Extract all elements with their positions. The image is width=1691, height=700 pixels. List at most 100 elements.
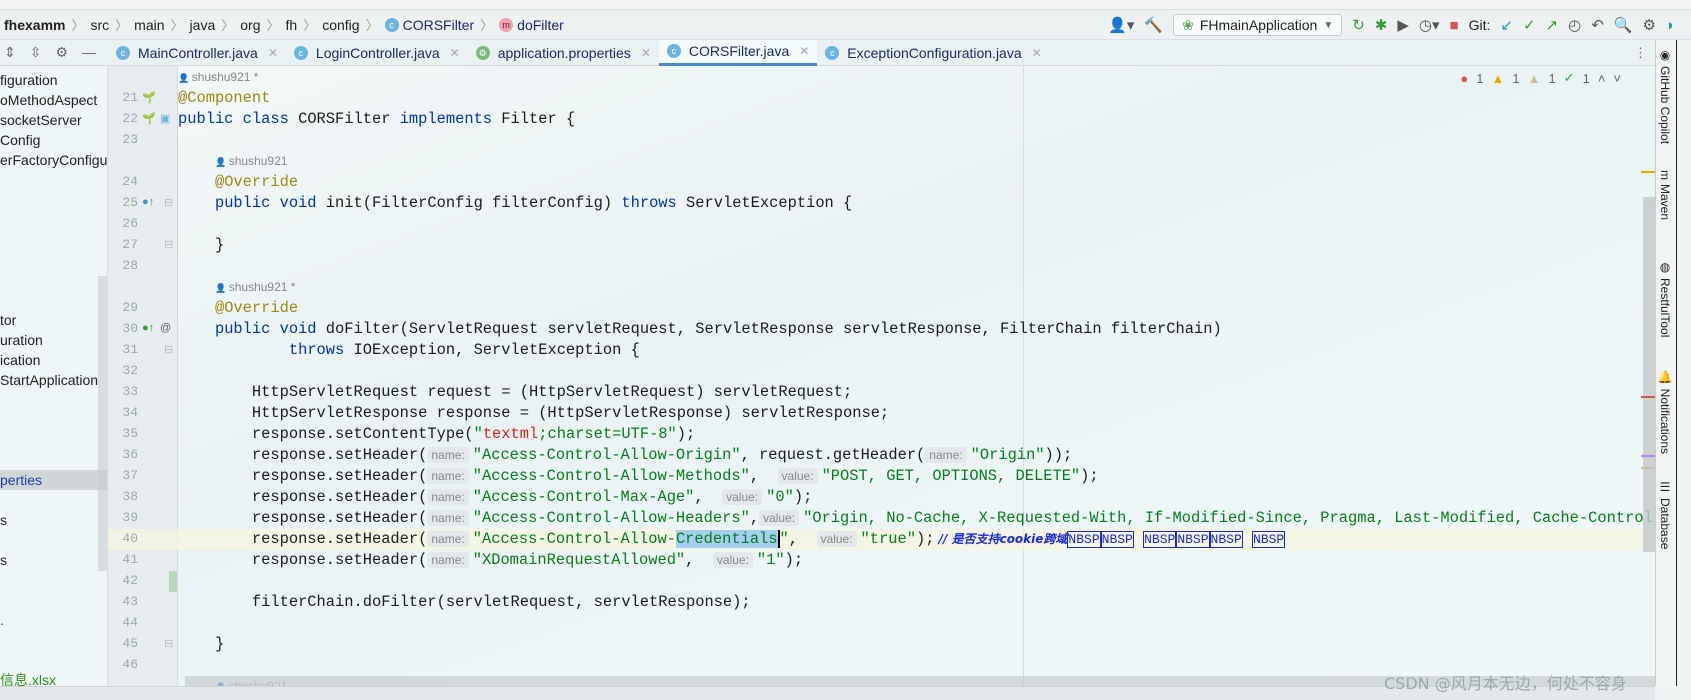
code-line[interactable]: } — [178, 235, 1655, 256]
breadcrumb-item[interactable]: main — [132, 17, 166, 33]
line-number[interactable]: 41 — [114, 552, 138, 567]
line-number[interactable]: 21 — [114, 90, 138, 105]
bean-icon[interactable]: 🌱 — [142, 91, 156, 104]
gear-icon[interactable]: ⚙ — [55, 44, 68, 61]
line-number[interactable]: 32 — [114, 363, 138, 378]
code-line[interactable] — [178, 361, 1655, 382]
at-icon[interactable]: @ — [160, 322, 171, 334]
code-line[interactable]: @Component — [178, 88, 1655, 109]
code-line[interactable]: throws IOException, ServletException { — [178, 340, 1655, 361]
code-line[interactable] — [178, 256, 1655, 277]
line-number[interactable]: 46 — [114, 657, 138, 672]
code-line[interactable]: response.setHeader(name: "Access-Control-… — [178, 529, 1655, 550]
line-number[interactable]: 33 — [114, 384, 138, 399]
code-with-me-icon[interactable]: ◗ — [1666, 17, 1675, 34]
line-number[interactable]: 29 — [114, 300, 138, 315]
breadcrumb-item[interactable]: src — [88, 17, 111, 33]
project-tree-item[interactable]: s — [0, 510, 7, 530]
run-configuration-select[interactable]: ❀ FHmainApplication ▼ — [1173, 14, 1343, 36]
line-number[interactable]: 36 — [114, 447, 138, 462]
line-number[interactable]: 45 — [114, 636, 138, 651]
breadcrumb-item[interactable]: m doFilter — [497, 17, 566, 33]
error-marker[interactable] — [1641, 396, 1655, 398]
line-number[interactable]: 40 — [114, 531, 138, 546]
project-tree-item[interactable]: erFactoryConfigura — [0, 150, 107, 170]
rerun-icon[interactable]: ↻ — [1352, 16, 1365, 34]
tool-window-github-copilot[interactable]: ◉ GitHub Copilot — [1658, 48, 1672, 144]
breadcrumb-item[interactable]: java — [188, 17, 218, 33]
tool-window-database[interactable]: ☰ Database — [1658, 480, 1672, 549]
code-line[interactable] — [178, 571, 1655, 592]
code-line[interactable]: @Override — [178, 172, 1655, 193]
line-number[interactable]: 39 — [114, 510, 138, 525]
tool-window-restfultool[interactable]: ◍ RestfulTool — [1658, 260, 1672, 337]
code-line[interactable]: response.setHeader(name: "Access-Control-… — [178, 445, 1655, 466]
code-line[interactable] — [178, 214, 1655, 235]
git-push-icon[interactable]: ↗ — [1546, 16, 1559, 34]
line-number[interactable]: 30 — [114, 321, 138, 336]
line-number[interactable]: 34 — [114, 405, 138, 420]
tab-maincontroller-java[interactable]: c MainController.java ✕ — [108, 40, 286, 66]
selection-marker[interactable] — [1641, 455, 1655, 457]
project-tree-item[interactable]: uration — [0, 330, 43, 350]
breadcrumb-item[interactable]: c CORSFilter — [383, 17, 477, 33]
code-line[interactable]: HttpServletResponse response = (HttpServ… — [178, 403, 1655, 424]
project-tree-item[interactable]: Config — [0, 130, 40, 150]
breadcrumb-item[interactable]: fhexamm — [2, 17, 67, 33]
fold-icon[interactable]: ⊟ — [164, 238, 173, 251]
hide-icon[interactable]: — — [82, 44, 96, 61]
project-tree-item[interactable]: tor — [0, 310, 16, 330]
rollback-icon[interactable]: ↶ — [1591, 16, 1604, 34]
git-update-icon[interactable]: ↙ — [1500, 16, 1513, 34]
project-tree-item[interactable]: figuration — [0, 70, 58, 90]
coverage-icon[interactable]: ▶ — [1397, 16, 1409, 34]
code-line[interactable]: @Override — [178, 298, 1655, 319]
line-number[interactable]: 27 — [114, 237, 138, 252]
bean-icon[interactable]: 🌱 — [142, 112, 156, 125]
line-number[interactable]: 22 — [114, 111, 138, 126]
author-hint[interactable]: 👤 shushu921 * — [178, 70, 258, 84]
implementations-icon[interactable]: ▣ — [160, 112, 170, 125]
code-line[interactable] — [178, 130, 1655, 151]
line-number[interactable]: 23 — [114, 132, 138, 147]
code-line[interactable]: public void doFilter(ServletRequest serv… — [178, 319, 1655, 340]
project-tree-item[interactable]: perties — [0, 470, 107, 490]
search-icon[interactable]: 🔍 — [1614, 16, 1633, 34]
stop-icon[interactable]: ■ — [1450, 17, 1459, 34]
close-icon[interactable]: ✕ — [1032, 46, 1042, 60]
project-tree-item[interactable]: s — [0, 550, 7, 570]
code-editor[interactable]: ● 1 ▲ 1 ▲ 1 ✓ 1 ˄ ˅ 👤 shushu921 * @Component p… — [178, 66, 1655, 686]
tab-corsfilter-java[interactable]: c CORSFilter.java ✕ — [658, 39, 818, 66]
code-line[interactable]: response.setHeader(name: "XDomainRequestA… — [178, 550, 1655, 571]
author-hint[interactable]: 👤 shushu921 * — [215, 280, 295, 294]
gear-icon[interactable]: ⚙ — [1642, 16, 1655, 34]
line-number[interactable]: 35 — [114, 426, 138, 441]
line-number[interactable]: 43 — [114, 594, 138, 609]
more-tabs-icon[interactable]: ⋮ — [1634, 45, 1647, 61]
breadcrumb-item[interactable]: org — [238, 17, 262, 33]
build-hammer-icon[interactable]: 🔨 — [1144, 16, 1163, 34]
tool-window-notifications[interactable]: 🔔 Notifications — [1658, 370, 1672, 454]
line-number[interactable]: 44 — [114, 615, 138, 630]
tab-logincontroller-java[interactable]: c LoginController.java ✕ — [286, 40, 468, 66]
debug-icon[interactable]: ✱ — [1375, 16, 1388, 34]
line-number[interactable]: 38 — [114, 489, 138, 504]
editor-vertical-scrollbar[interactable] — [1643, 197, 1655, 552]
code-line[interactable]: } — [178, 634, 1655, 655]
code-line[interactable]: response.setHeader(name: "Access-Control-… — [178, 508, 1655, 529]
expand-all-icon[interactable]: ⇕ — [4, 44, 16, 61]
line-number[interactable]: 24 — [114, 174, 138, 189]
tab-exceptionconfiguration-java[interactable]: c ExceptionConfiguration.java ✕ — [817, 40, 1049, 66]
tab-application-properties[interactable]: ⚙ application.properties ✕ — [468, 40, 659, 66]
line-number[interactable]: 42 — [114, 573, 138, 588]
code-line[interactable]: filterChain.doFilter(servletRequest, ser… — [178, 592, 1655, 613]
project-tree-item[interactable]: . — [0, 610, 4, 630]
git-commit-icon[interactable]: ✓ — [1523, 16, 1536, 34]
code-line[interactable]: public void init(FilterConfig filterConf… — [178, 193, 1655, 214]
project-tree-item[interactable]: 信息.xlsx — [0, 670, 56, 686]
code-line[interactable] — [178, 613, 1655, 634]
breadcrumb-item[interactable]: fh — [284, 17, 300, 33]
user-icon[interactable]: 👤▾ — [1108, 16, 1134, 34]
line-number[interactable]: 37 — [114, 468, 138, 483]
project-tree-item[interactable]: ication — [0, 350, 40, 370]
